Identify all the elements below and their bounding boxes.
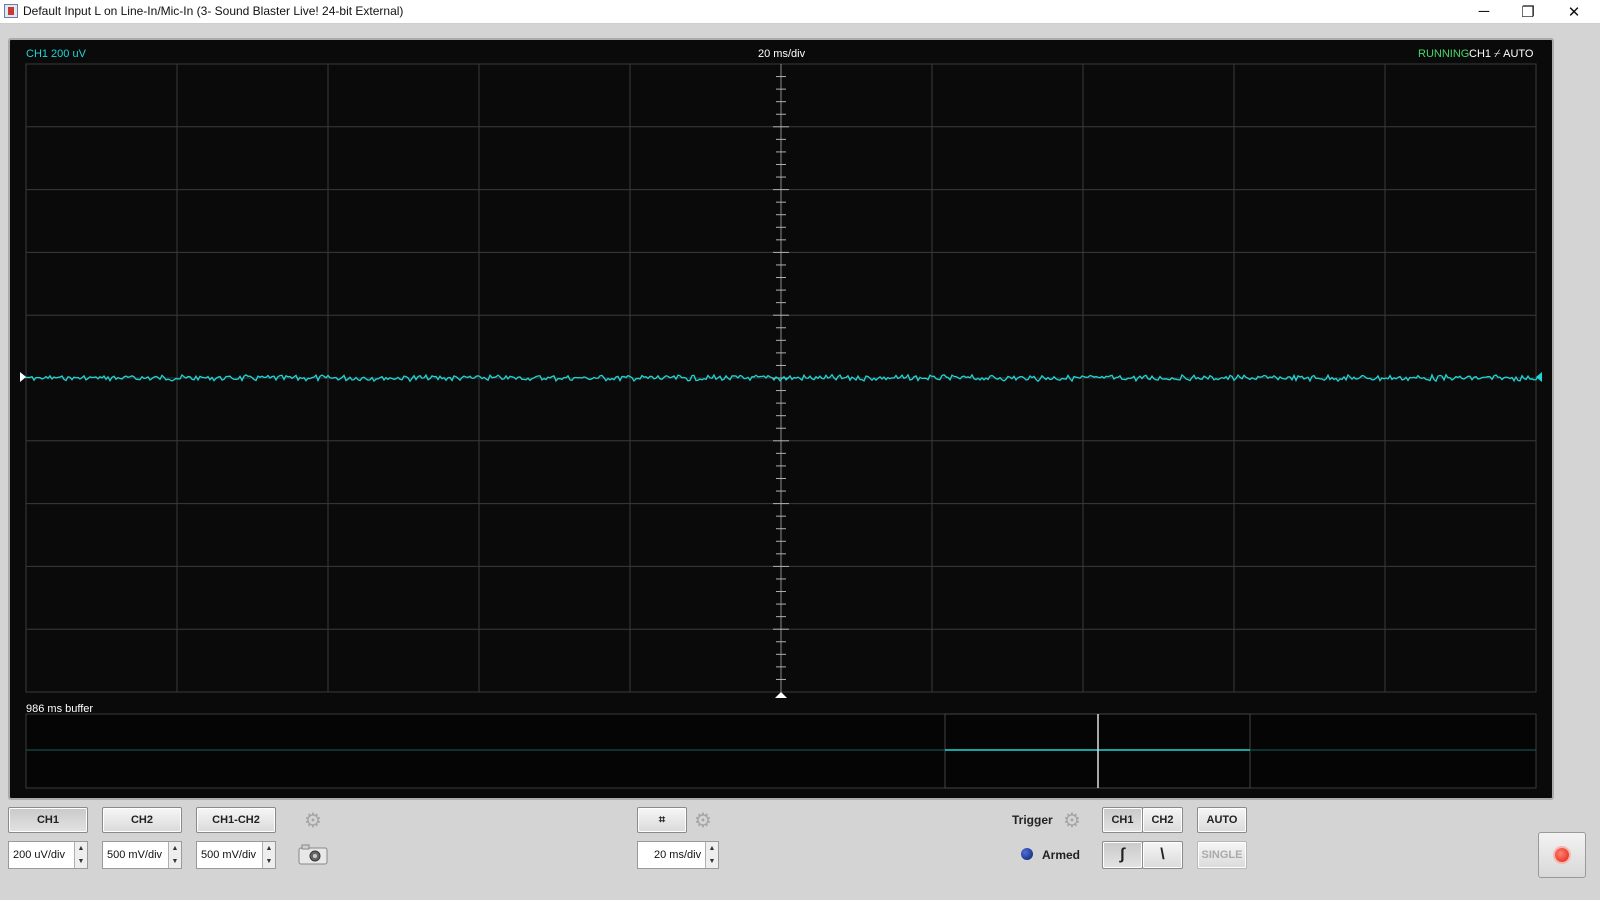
ch1-ch2-button[interactable]: CH1-CH2	[196, 807, 276, 833]
armed-indicator-icon	[1021, 848, 1033, 860]
ch1-level-marker[interactable]	[20, 372, 26, 382]
close-button[interactable]: ✕	[1552, 0, 1596, 23]
java-app-icon	[4, 4, 18, 18]
falling-edge-button[interactable]: \	[1142, 841, 1183, 869]
camera-icon[interactable]	[298, 844, 328, 866]
diff-scale-stepper[interactable]: 500 mV/div ▲ ▼	[196, 841, 276, 869]
timebase-label: 20 ms/div	[758, 48, 806, 60]
timebase-stepper[interactable]: 20 ms/div ▲ ▼	[637, 841, 719, 869]
restore-button[interactable]: ❐	[1506, 0, 1550, 23]
armed-label: Armed	[1042, 848, 1081, 862]
ch1-scale-value: 200 uV/div	[13, 849, 65, 861]
minimize-button[interactable]: ─	[1462, 0, 1506, 23]
record-icon	[1555, 848, 1569, 862]
trigger-auto-button[interactable]: AUTO	[1197, 807, 1247, 833]
timebase-arrows[interactable]: ▲ ▼	[705, 842, 718, 868]
down-arrow-icon[interactable]: ▼	[169, 855, 181, 868]
trigger-settings-gear-icon[interactable]: ⚙	[1061, 809, 1083, 832]
record-button[interactable]	[1538, 832, 1586, 878]
trigger-level-marker[interactable]	[1536, 372, 1542, 382]
buffer-overview[interactable]	[25, 713, 1537, 789]
camera-icon-graphic	[298, 844, 328, 865]
trigger-ch1-button[interactable]: CH1	[1102, 807, 1143, 833]
diff-scale-value: 500 mV/div	[201, 849, 257, 861]
scope-canvas	[19, 63, 1543, 789]
ch2-scale-arrows[interactable]: ▲ ▼	[168, 842, 181, 868]
up-arrow-icon[interactable]: ▲	[75, 842, 87, 855]
up-arrow-icon[interactable]: ▲	[169, 842, 181, 855]
ch1-scale-stepper[interactable]: 200 uV/div ▲ ▼	[8, 841, 88, 869]
control-panel: CH1 CH2 CH1-CH2 ⚙ 200 uV/div ▲ ▼ 500 mV/d…	[0, 800, 1600, 900]
up-arrow-icon[interactable]: ▲	[706, 842, 718, 855]
window-title: Default Input L on Line-In/Mic-In (3- So…	[23, 4, 404, 18]
trigger-label: Trigger	[1012, 813, 1053, 827]
down-arrow-icon[interactable]: ▼	[263, 855, 275, 868]
down-arrow-icon[interactable]: ▼	[706, 855, 718, 868]
status-label: RUNNING	[1418, 48, 1470, 60]
channel-scale-label: CH1 200 uV	[26, 48, 86, 60]
ch2-scale-stepper[interactable]: 500 mV/div ▲ ▼	[102, 841, 182, 869]
ch2-scale-value: 500 mV/div	[107, 849, 163, 861]
buffer-frame	[25, 713, 1537, 789]
trigger-ch2-button[interactable]: CH2	[1142, 807, 1183, 833]
ch2-button[interactable]: CH2	[102, 807, 182, 833]
grid-toggle-button[interactable]: ⌗	[637, 807, 687, 833]
rising-edge-button[interactable]: ∫	[1102, 841, 1143, 869]
down-arrow-icon[interactable]: ▼	[75, 855, 87, 868]
window-titlebar: Default Input L on Line-In/Mic-In (3- So…	[0, 0, 1600, 24]
trigger-info-label: CH1 ⌿ AUTO	[1469, 48, 1534, 60]
diff-scale-arrows[interactable]: ▲ ▼	[262, 842, 275, 868]
trigger-position-marker[interactable]	[775, 692, 787, 698]
timebase-settings-gear-icon[interactable]: ⚙	[692, 809, 714, 832]
ch1-button[interactable]: CH1	[8, 807, 88, 833]
trigger-single-button[interactable]: SINGLE	[1197, 841, 1247, 869]
up-arrow-icon[interactable]: ▲	[263, 842, 275, 855]
ch1-scale-arrows[interactable]: ▲ ▼	[74, 842, 87, 868]
scope-display: CH1 200 uV 20 ms/div RUNNING CH1 ⌿ AUTO …	[8, 38, 1554, 800]
timebase-value: 20 ms/div	[654, 849, 702, 861]
buffer-label: 986 ms buffer	[26, 703, 94, 715]
channel-settings-gear-icon[interactable]: ⚙	[302, 809, 324, 832]
